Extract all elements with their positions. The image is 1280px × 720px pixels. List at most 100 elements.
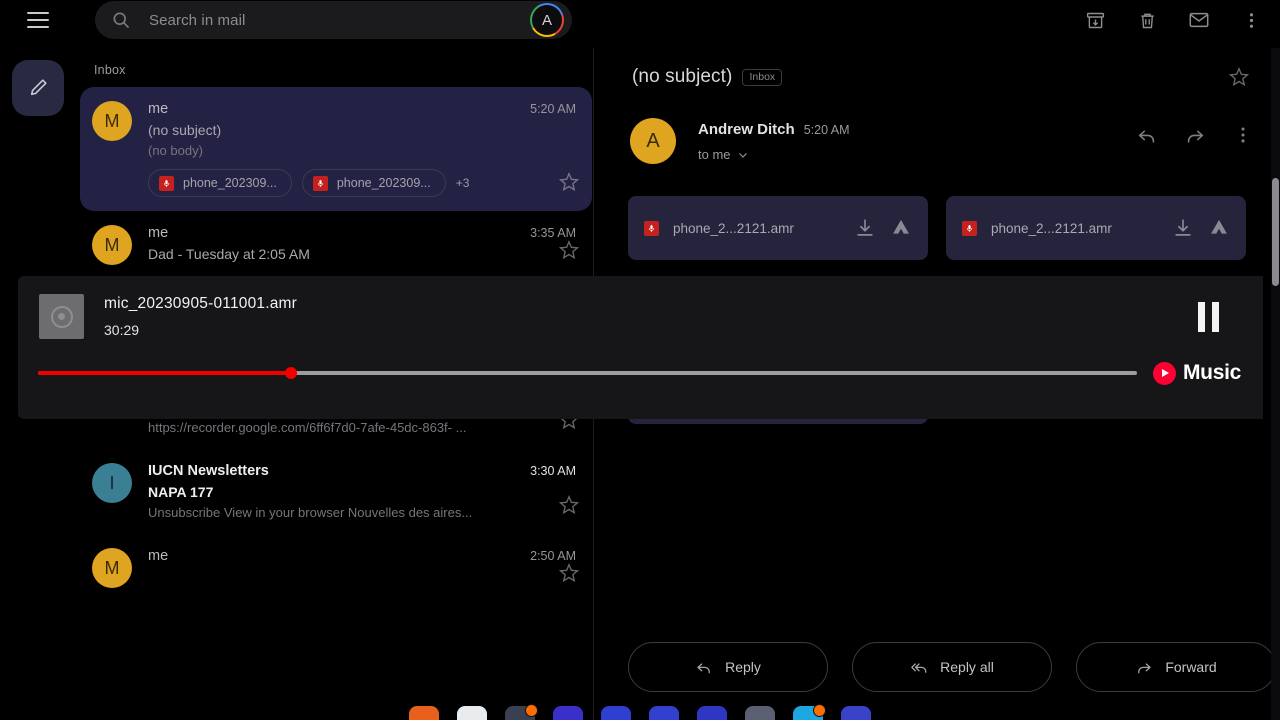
star-icon[interactable] xyxy=(558,171,580,193)
list-item-sender: me xyxy=(148,101,169,117)
notification-badge xyxy=(525,704,538,717)
star-icon[interactable] xyxy=(558,239,580,261)
attachment-chip[interactable]: phone_202309... xyxy=(148,169,292,197)
attachment-chip-label: phone_202309... xyxy=(183,176,277,190)
list-item-sender: me xyxy=(148,225,169,241)
system-taskbar[interactable] xyxy=(0,704,1280,720)
more-options-icon[interactable] xyxy=(1232,1,1270,39)
list-item-time: 2:50 AM xyxy=(530,549,576,563)
sender-avatar[interactable]: A xyxy=(630,118,676,164)
sender-avatar-letter: A xyxy=(646,129,660,152)
mail-list-item[interactable]: Mme 5:20 AM (no subject) (no body) phone_202… xyxy=(80,87,592,211)
forward-button[interactable]: Forward xyxy=(1076,642,1276,692)
taskbar-app-10[interactable] xyxy=(841,706,871,720)
reply-button-label: Reply all xyxy=(940,659,994,675)
attachment-filename: phone_2...2121.amr xyxy=(673,220,794,236)
taskbar-app-8[interactable] xyxy=(745,706,775,720)
taskbar-app-2[interactable] xyxy=(457,706,487,720)
mail-list-item[interactable]: Mme 2:50 AM xyxy=(80,534,592,602)
top-app-bar: Search in mail A xyxy=(0,0,1280,40)
pause-bar xyxy=(1198,301,1205,332)
gmail-app-window: Search in mail A Inbox M me 5:20 AM (no … xyxy=(0,0,1280,720)
download-icon[interactable] xyxy=(1172,217,1194,239)
taskbar-app-1[interactable] xyxy=(409,706,439,720)
player-top-row: mic_20230905-011001.amr 30:29 xyxy=(18,276,1263,339)
list-item-snippet: Unsubscribe View in your browser Nouvell… xyxy=(148,505,473,520)
reply-button-label: Forward xyxy=(1165,659,1217,675)
list-item-time: 5:20 AM xyxy=(530,102,576,116)
taskbar-app-3[interactable] xyxy=(505,704,538,720)
taskbar-app-5[interactable] xyxy=(601,706,631,720)
chevron-down-icon[interactable] xyxy=(737,149,749,161)
attachment-overflow-count[interactable]: +3 xyxy=(456,176,470,190)
attachment-card[interactable]: phone_2...2121.amr xyxy=(628,196,928,260)
list-item-avatar[interactable]: M xyxy=(92,225,132,265)
taskbar-app-9[interactable] xyxy=(793,704,826,720)
list-item-time: 3:30 AM xyxy=(530,464,576,478)
list-item-avatar[interactable]: M xyxy=(92,101,132,141)
mail-list-item[interactable]: Mme 3:35 AM Dad - Tuesday at 2:05 AM xyxy=(80,211,592,279)
hamburger-menu-icon[interactable] xyxy=(18,0,58,40)
list-item-body: me 2:50 AM xyxy=(132,548,582,588)
hamburger-line xyxy=(27,12,49,14)
star-icon[interactable] xyxy=(558,562,580,584)
list-item-snippet: https://recorder.google.com/6ff6f7d0-7af… xyxy=(148,420,467,435)
attachment-chip-row: phone_202309... phone_202309... +3 xyxy=(148,169,576,197)
taskbar-app-4[interactable] xyxy=(553,706,583,720)
disc-icon xyxy=(50,305,73,328)
star-icon[interactable] xyxy=(1228,66,1250,88)
player-duration: 30:29 xyxy=(104,322,140,338)
seek-handle[interactable] xyxy=(284,367,297,379)
taskbar-app-6[interactable] xyxy=(649,706,679,720)
download-icon[interactable] xyxy=(854,217,876,239)
forward-icon[interactable] xyxy=(1184,124,1206,146)
more-options-icon[interactable] xyxy=(1232,124,1254,146)
sender-time: 5:20 AM xyxy=(803,123,850,137)
compose-button[interactable] xyxy=(12,60,64,116)
amr-file-icon xyxy=(312,175,328,191)
player-info: mic_20230905-011001.amr 30:29 xyxy=(84,295,1198,338)
search-icon xyxy=(113,12,130,29)
delete-icon[interactable] xyxy=(1128,1,1166,39)
star-icon[interactable] xyxy=(558,494,580,516)
avatar[interactable]: A xyxy=(530,3,564,37)
vertical-scrollbar-thumb[interactable] xyxy=(1272,178,1279,286)
hamburger-line xyxy=(27,19,49,21)
vertical-scrollbar-track[interactable] xyxy=(1271,48,1280,720)
reply-icon xyxy=(697,663,710,674)
topbar-actions xyxy=(1076,0,1270,40)
attachment-chip[interactable]: phone_202309... xyxy=(301,169,446,197)
list-item-avatar[interactable]: I xyxy=(92,463,132,503)
album-art-thumbnail xyxy=(39,294,84,339)
reply-icon[interactable] xyxy=(1136,124,1158,146)
reply-all-button[interactable]: Reply all xyxy=(852,642,1052,692)
search-bar[interactable]: Search in mail A xyxy=(95,1,572,39)
reply-all-icon xyxy=(911,663,927,673)
attachment-chip-label: phone_202309... xyxy=(336,176,431,190)
list-item-avatar-letter: I xyxy=(109,472,115,493)
search-input[interactable]: Search in mail xyxy=(149,12,530,29)
youtube-music-branding: Music xyxy=(1152,361,1263,385)
label-badge-inbox[interactable]: Inbox xyxy=(742,68,783,86)
save-to-drive-icon[interactable] xyxy=(890,217,912,239)
player-bottom-row: Music xyxy=(18,339,1263,385)
player-track-title: mic_20230905-011001.amr xyxy=(104,295,298,312)
taskbar-app-7[interactable] xyxy=(697,706,727,720)
reply-button[interactable]: Reply xyxy=(628,642,828,692)
list-item-sender: me xyxy=(148,548,169,564)
save-to-drive-icon[interactable] xyxy=(1208,217,1230,239)
avatar-letter: A xyxy=(541,11,552,29)
seek-bar[interactable] xyxy=(38,365,1137,381)
list-item-avatar-letter: M xyxy=(104,110,120,131)
list-item-sender: IUCN Newsletters xyxy=(148,463,269,479)
pause-button[interactable] xyxy=(1198,301,1263,332)
attachment-card[interactable]: phone_2...2121.amr xyxy=(946,196,1246,260)
list-item-avatar[interactable]: M xyxy=(92,548,132,588)
reply-button-label: Reply xyxy=(725,659,761,675)
media-player-overlay[interactable]: mic_20230905-011001.amr 30:29 Music xyxy=(18,276,1263,419)
archive-icon[interactable] xyxy=(1076,1,1114,39)
list-item-header: IUCN Newsletters 3:30 AM xyxy=(148,463,576,479)
mark-unread-icon[interactable] xyxy=(1180,1,1218,39)
recipient-line[interactable]: to me xyxy=(698,147,1136,162)
mail-list-item[interactable]: I IUCN Newsletters 3:30 AM NAPA 177 Unsubscr… xyxy=(80,449,592,534)
